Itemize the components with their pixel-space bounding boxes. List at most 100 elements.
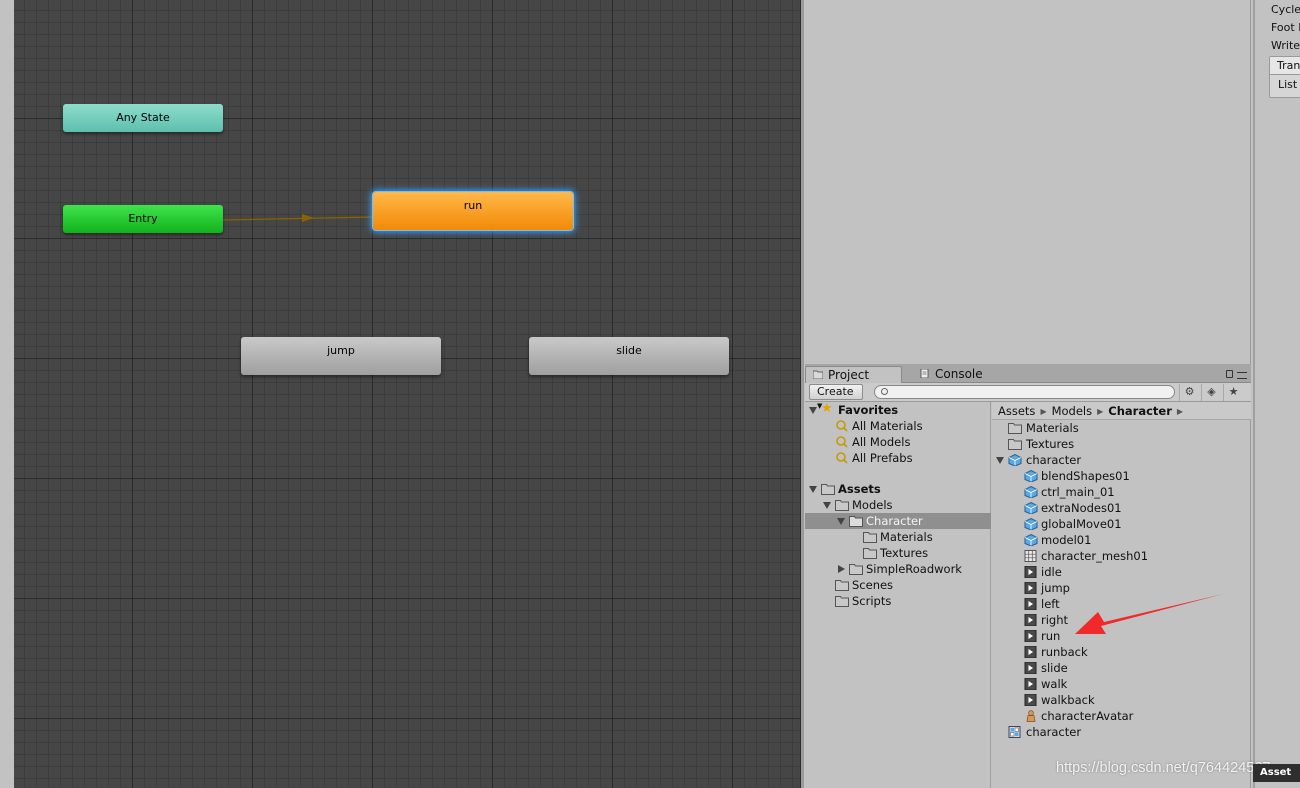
folder-tree: ★ Favorites All Materials All Models All…: [805, 402, 991, 788]
state-slide[interactable]: slide: [529, 337, 729, 375]
list-item[interactable]: Materials: [992, 420, 1251, 436]
list-item[interactable]: run: [992, 628, 1251, 644]
animation-clip-icon: [1024, 566, 1037, 578]
tree-simpleroadwork[interactable]: SimpleRoadwork: [805, 561, 991, 577]
tree-label: Materials: [880, 530, 933, 544]
tree-scripts[interactable]: Scripts: [805, 593, 991, 609]
list-item[interactable]: blendShapes01: [992, 468, 1251, 484]
search-icon: [836, 436, 848, 448]
breadcrumb: Assets ▶ Models ▶ Character ▶: [992, 402, 1251, 420]
tree-assets[interactable]: Assets: [805, 481, 991, 497]
item-label: character_mesh01: [1041, 549, 1149, 563]
tree-textures[interactable]: Textures: [805, 545, 991, 561]
tree-scenes[interactable]: Scenes: [805, 577, 991, 593]
list-item[interactable]: character: [992, 452, 1251, 468]
animation-clip-icon: [1024, 630, 1037, 642]
state-any-state[interactable]: Any State: [63, 104, 223, 132]
item-label: Textures: [1026, 437, 1075, 451]
list-item[interactable]: characterAvatar: [992, 708, 1251, 724]
tree-character[interactable]: Character: [805, 513, 991, 529]
animation-clip-icon: [1024, 598, 1037, 610]
tree-models[interactable]: Models: [805, 497, 991, 513]
tree-label: Scenes: [852, 578, 894, 592]
list-label: List: [1278, 78, 1298, 91]
breadcrumb-assets[interactable]: Assets: [998, 404, 1035, 418]
tab-project-label: Project: [828, 368, 870, 382]
folder-icon: [863, 548, 877, 559]
inspector-row-cycle: Cycle: [1271, 3, 1300, 16]
list-item[interactable]: model01: [992, 532, 1251, 548]
item-label: character: [1026, 453, 1082, 467]
save-search-star-icon[interactable]: ★: [1223, 384, 1243, 401]
tree-label: SimpleRoadwork: [866, 562, 962, 576]
list-item[interactable]: runback: [992, 644, 1251, 660]
inspector-panel: Cycle Foot I Write Tran List: [1253, 0, 1300, 788]
list-item[interactable]: globalMove01: [992, 516, 1251, 532]
folder-icon: [1008, 439, 1022, 450]
tree-label: Scripts: [852, 594, 892, 608]
chevron-right-icon: ▶: [1176, 407, 1184, 416]
favorite-all-models[interactable]: All Models: [805, 434, 991, 450]
list-item[interactable]: walk: [992, 676, 1251, 692]
tree-label: Models: [852, 498, 893, 512]
tree-materials[interactable]: Materials: [805, 529, 991, 545]
tab-console[interactable]: Console: [913, 366, 993, 383]
state-jump[interactable]: jump: [241, 337, 441, 375]
breadcrumb-character[interactable]: Character: [1108, 404, 1172, 418]
menu-icon[interactable]: [1237, 372, 1247, 379]
item-label: model01: [1041, 533, 1092, 547]
state-run[interactable]: run: [373, 192, 573, 230]
transitions-tab[interactable]: Tran: [1270, 57, 1300, 75]
list-item[interactable]: Textures: [992, 436, 1251, 452]
panel-splitter[interactable]: [800, 0, 804, 788]
folder-icon: [835, 580, 849, 591]
tab-project[interactable]: Project: [805, 366, 902, 383]
list-item[interactable]: jump: [992, 580, 1251, 596]
filter-by-label-icon[interactable]: ◈: [1201, 384, 1221, 401]
mesh-icon: [1024, 518, 1038, 530]
favorite-label: All Models: [852, 435, 911, 449]
tab-console-label: Console: [935, 367, 983, 381]
folder-icon: [835, 596, 849, 607]
breadcrumb-models[interactable]: Models: [1052, 404, 1093, 418]
list-item[interactable]: slide: [992, 660, 1251, 676]
item-label: Materials: [1026, 421, 1079, 435]
list-item[interactable]: ctrl_main_01: [992, 484, 1251, 500]
animation-clip-icon: [1024, 646, 1037, 658]
prefab-icon: [1008, 726, 1021, 738]
item-label: ctrl_main_01: [1041, 485, 1115, 499]
state-entry[interactable]: Entry: [63, 205, 223, 233]
lock-icon[interactable]: [1226, 370, 1233, 378]
filter-by-type-icon[interactable]: ⚙: [1179, 384, 1199, 401]
list-item[interactable]: right: [992, 612, 1251, 628]
list-item[interactable]: character: [992, 724, 1251, 740]
transitions-box: Tran List: [1269, 56, 1300, 98]
folder-icon: [849, 564, 863, 575]
preview-area: [805, 0, 1251, 364]
item-label: walk: [1041, 677, 1068, 691]
animation-clip-icon: [1024, 694, 1037, 706]
search-icon: [836, 452, 848, 464]
chevron-right-icon: ▶: [1040, 407, 1047, 416]
inspector-row-foot: Foot I: [1271, 21, 1300, 34]
favorite-label: All Prefabs: [852, 451, 913, 465]
tree-label: Textures: [880, 546, 929, 560]
list-item[interactable]: walkback: [992, 692, 1251, 708]
search-input[interactable]: [874, 385, 1175, 399]
item-label: character: [1026, 725, 1082, 739]
item-label: idle: [1041, 565, 1062, 579]
list-item[interactable]: left: [992, 596, 1251, 612]
avatar-icon: [1026, 710, 1036, 722]
animation-clip-icon: [1024, 582, 1037, 594]
favorites-label: Favorites: [838, 403, 899, 417]
list-item[interactable]: character_mesh01: [992, 548, 1251, 564]
project-window: Project Console Create ▼ ⚙ ◈ ★ ★ Favorit…: [805, 364, 1251, 788]
asset-label: Asset: [1253, 764, 1300, 782]
item-label: left: [1041, 597, 1060, 611]
create-button[interactable]: Create ▼: [809, 384, 863, 410]
list-item[interactable]: idle: [992, 564, 1251, 580]
favorite-all-materials[interactable]: All Materials: [805, 418, 991, 434]
favorite-all-prefabs[interactable]: All Prefabs: [805, 450, 991, 466]
list-item[interactable]: extraNodes01: [992, 500, 1251, 516]
favorites-header[interactable]: ★ Favorites: [805, 402, 991, 418]
